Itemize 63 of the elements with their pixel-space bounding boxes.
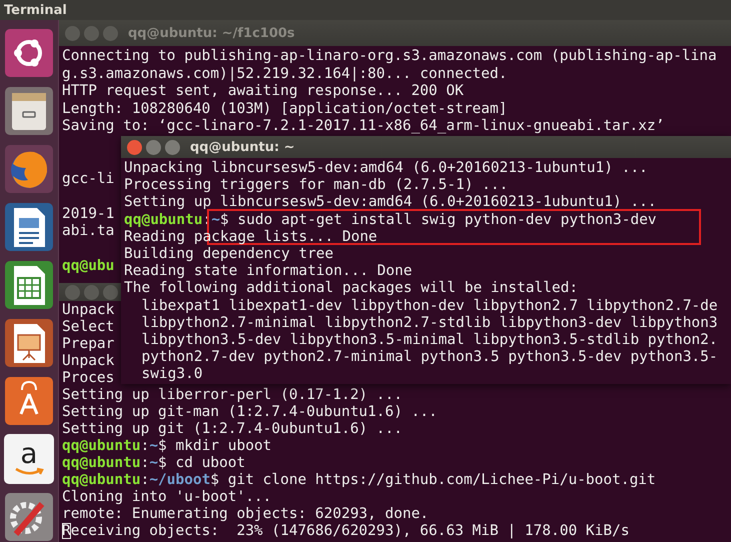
prompt-path: ~: [149, 455, 158, 471]
amazon-icon[interactable]: a: [4, 434, 54, 484]
terminal-text: libpython2.7-minimal libpython2.7-stdlib libpython3-dev libpython3: [140, 314, 718, 331]
spreadsheet-icon[interactable]: [4, 260, 54, 310]
terminal-text: swig3.0: [140, 366, 203, 382]
maximize-icon[interactable]: [103, 26, 118, 40]
terminal-text: $ git clone https://github.com/Lichee-Pi/u-boot.git: [210, 472, 656, 488]
terminal-text: Reading state information... Done: [124, 263, 412, 280]
terminal-text: Connecting to publishing-ap-linaro-org.s3.amazonaws.com (publishing-ap-lina: [62, 48, 717, 64]
ubuntu-logo-icon[interactable]: [4, 28, 54, 78]
terminal-text: Unpack: [62, 302, 114, 318]
text-document-icon[interactable]: [4, 202, 54, 252]
terminal-text: Building dependency tree: [124, 246, 334, 262]
terminal-text: Cloning into 'u-boot'...: [62, 489, 272, 505]
terminal-text: Unpack: [62, 353, 114, 369]
terminal-text: g.s3.amazonaws.com)|52.219.32.164|:80... connected.: [62, 66, 508, 82]
window-title: qq@ubuntu: ~/f1c100s: [128, 26, 295, 40]
terminal-text: :: [140, 438, 150, 454]
prompt-user: qq@ubuntu: [62, 455, 141, 471]
prompt-user: qq@ubuntu: [124, 212, 203, 228]
minimize-icon[interactable]: [84, 26, 99, 40]
minimize-icon[interactable]: [146, 140, 161, 154]
terminal-text: HTTP request sent, awaiting response... 200 OK: [62, 83, 464, 99]
terminal-text: The following additional packages will be installed:: [124, 280, 578, 296]
terminal-text: python2.7-dev python2.7-minimal python3.5 python3.5-dev python3.5-: [140, 349, 718, 366]
terminal-text: Length: 108280640 (103M) [application/octet-stream]: [62, 100, 508, 116]
prompt-user: qq@ubuntu: [62, 438, 141, 454]
terminal-text: remote: Enumerating objects: 620293, done.: [62, 506, 429, 522]
presentation-icon[interactable]: [4, 318, 54, 368]
terminal-text: Setting up git-man (1:2.7.4-0ubuntu1.6) ...: [62, 404, 438, 420]
terminal-text: Processing triggers for man-db (2.7.5-1) ...: [124, 177, 508, 194]
terminal-text: 2019-1: [62, 206, 114, 222]
terminal-text: $ mkdir uboot: [158, 438, 272, 454]
terminal-text: Prepar: [62, 336, 114, 352]
prompt-user: qq@ubu: [62, 258, 114, 274]
app-title: Terminal: [4, 2, 67, 18]
terminal-text: Setting up git (1:2.7.4-0ubuntu1.6) ...: [62, 421, 402, 437]
terminal-text: gcc-li: [62, 170, 114, 186]
prompt-path: ~: [149, 438, 158, 454]
prompt-path: ~/uboot: [149, 472, 210, 488]
minimize-icon[interactable]: [84, 284, 99, 300]
file-cabinet-icon[interactable]: [4, 86, 54, 136]
terminal-text: Proces: [62, 370, 114, 386]
terminal-text: $ sudo apt-get install swig python-dev python3-dev: [220, 212, 657, 228]
terminal-text: Saving to: ‘gcc-linaro-7.2.1-2017.11-x86_64_arm-linux-gnueabi.tar.xz’: [62, 118, 664, 134]
terminal-text: $ cd uboot: [158, 455, 246, 471]
maximize-icon[interactable]: [103, 284, 118, 300]
terminal-text: libexpat1 libexpat1-dev libpython-dev libpython2.7 libpython2.7-de: [140, 298, 718, 314]
terminal-text: Select: [62, 319, 114, 335]
prompt-path: ~: [211, 212, 220, 228]
terminal-text: Setting up libncursesw5-dev:amd64 (6.0+20160213-1ubuntu1) ...: [124, 194, 657, 210]
window-title: qq@ubuntu: ~: [190, 140, 295, 154]
close-icon[interactable]: [65, 26, 80, 40]
terminal-text: abi.ta: [62, 223, 114, 239]
terminal-text: Setting up liberror-perl (0.17-1.2) ...: [62, 387, 402, 403]
maximize-icon[interactable]: [165, 140, 180, 154]
close-icon[interactable]: [65, 284, 80, 300]
terminal-text: Unpacking libncursesw5-dev:amd64 (6.0+20160213-1ubuntu1) ...: [124, 160, 648, 176]
terminal-text: libpython3.5-dev libpython3.5-minimal libpython3.5-stdlib python2.: [140, 332, 718, 348]
prompt-user: qq@ubuntu: [62, 472, 141, 488]
terminal-text: :: [140, 455, 150, 471]
close-icon[interactable]: [127, 140, 142, 154]
terminal-text: :: [140, 472, 150, 488]
